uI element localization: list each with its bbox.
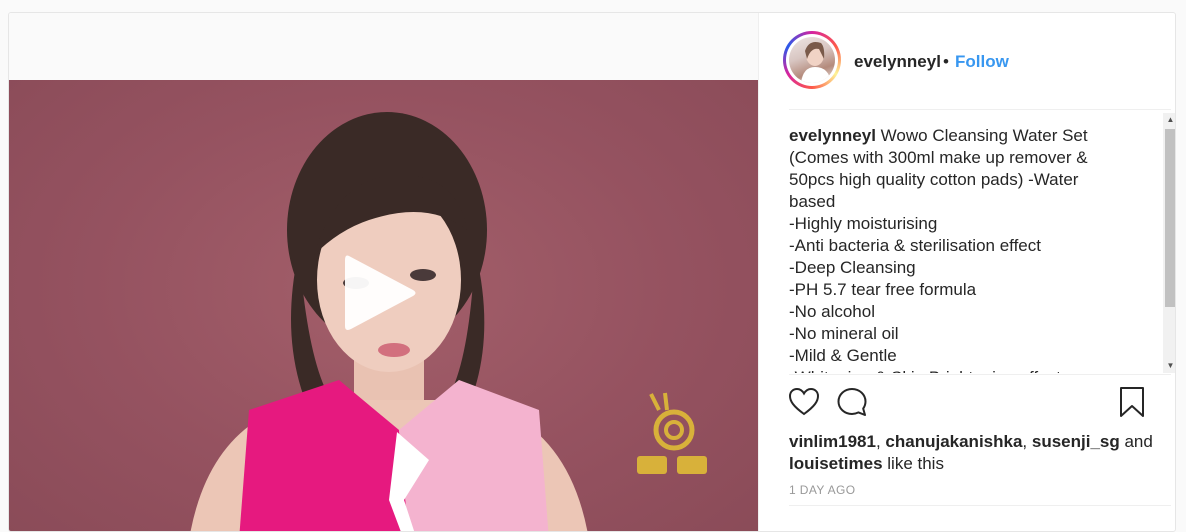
scrollbar[interactable]: ▲ ▼ bbox=[1163, 113, 1175, 373]
likes-conjunction: and bbox=[1119, 432, 1153, 451]
likes-separator: , bbox=[875, 432, 886, 451]
media-panel bbox=[9, 13, 758, 531]
liker-username[interactable]: vinlim1981 bbox=[789, 432, 876, 451]
post-header: evelynneyl • Follow bbox=[759, 13, 1175, 109]
divider bbox=[789, 505, 1171, 506]
heart-icon[interactable] bbox=[787, 385, 821, 419]
comments-scroll-area[interactable]: evelynneyl Wowo Cleansing Water Set (Com… bbox=[789, 125, 1161, 373]
scroll-up-arrow-icon[interactable]: ▲ bbox=[1163, 113, 1175, 127]
divider bbox=[789, 374, 1171, 375]
avatar[interactable] bbox=[783, 31, 841, 89]
follow-button[interactable]: Follow bbox=[955, 52, 1009, 72]
scroll-thumb[interactable] bbox=[1165, 129, 1175, 307]
comment-icon[interactable] bbox=[835, 385, 869, 419]
liker-username[interactable]: susenji_sg bbox=[1032, 432, 1120, 451]
scroll-down-arrow-icon[interactable]: ▼ bbox=[1163, 359, 1175, 373]
avatar-image bbox=[789, 37, 835, 83]
liker-username[interactable]: chanujakanishka bbox=[885, 432, 1022, 451]
likes-suffix: like this bbox=[882, 454, 944, 473]
likes-separator: , bbox=[1022, 432, 1032, 451]
play-icon[interactable] bbox=[339, 250, 419, 336]
liker-username[interactable]: louisetimes bbox=[789, 454, 883, 473]
bookmark-icon[interactable] bbox=[1115, 385, 1149, 419]
post-sidebar: evelynneyl • Follow evelynneyl Wowo Clea… bbox=[758, 13, 1175, 531]
video-player[interactable] bbox=[9, 80, 758, 531]
separator-dot: • bbox=[943, 52, 949, 71]
author-username[interactable]: evelynneyl bbox=[854, 52, 941, 72]
caption-username[interactable]: evelynneyl bbox=[789, 126, 876, 145]
post-card: evelynneyl • Follow evelynneyl Wowo Clea… bbox=[8, 12, 1176, 532]
snail-logo-icon bbox=[629, 390, 719, 485]
divider bbox=[789, 109, 1171, 110]
caption-text: Wowo Cleansing Water Set (Comes with 300… bbox=[789, 126, 1088, 373]
likes-summary: vinlim1981, chanujakanishka, susenji_sg … bbox=[789, 431, 1159, 475]
post-timestamp[interactable]: 1 DAY AGO bbox=[789, 483, 856, 497]
caption: evelynneyl Wowo Cleansing Water Set (Com… bbox=[789, 125, 1129, 373]
action-bar bbox=[787, 385, 1147, 421]
